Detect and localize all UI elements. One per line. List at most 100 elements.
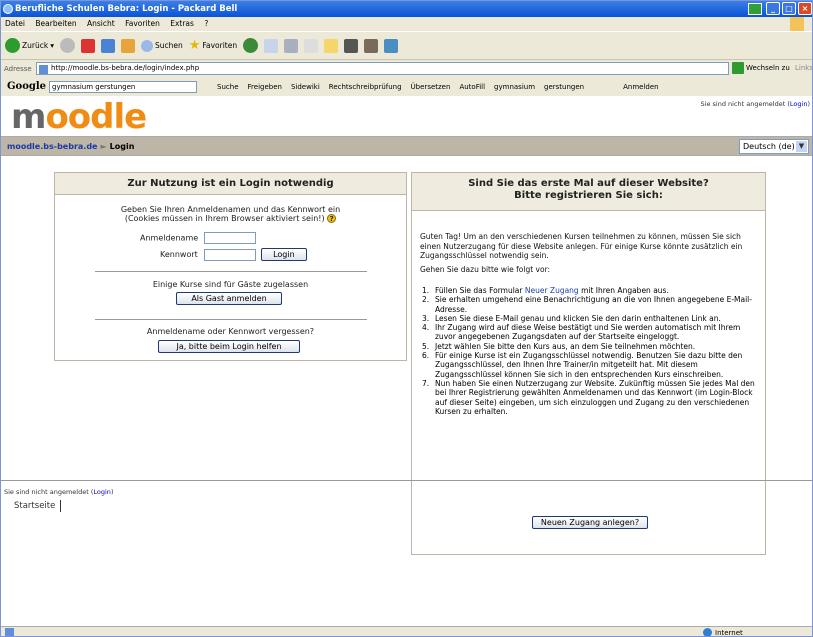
favorites-button[interactable]: ★ Favoriten [189,38,237,53]
messenger-button[interactable] [364,38,379,53]
page-icon [5,628,14,636]
windows-logo-icon [790,17,804,31]
search-icon [140,39,153,52]
google-translate-button[interactable]: Übersetzen [411,83,451,91]
menu-bar: Datei Bearbeiten Ansicht Favoriten Extra… [1,17,812,31]
google-toolbar: Google gymnasium gerstungen Suche Freige… [1,78,812,95]
password-label: Kennwort [160,250,198,259]
google-highlight-gymnasium[interactable]: gymnasium [494,83,535,91]
login-intro-2: (Cookies müssen in Ihrem Browser aktivie… [124,214,325,223]
footer-login-info: Sie sind nicht angemeldet (Login) [4,488,114,496]
divider [95,319,367,320]
login-link[interactable]: Login [790,100,808,108]
username-label: Anmeldename [140,233,199,243]
home-button[interactable] [120,38,135,53]
status-bar: Internet [1,626,812,636]
list-item: 3. Lesen Sie diese E-Mail genau und klick… [422,313,721,323]
stop-button[interactable] [80,38,95,53]
guest-login-button[interactable]: Als Gast anmelden [176,292,282,305]
signup-box-title: Sind Sie das erste Mal auf dieser Websit… [412,173,765,211]
chevron-down-icon: ▼ [796,141,807,152]
users-button[interactable] [384,38,399,53]
breadcrumb: moodle.bs-bebra.de ► Login [7,142,134,151]
google-highlight-gerstungen[interactable]: gerstungen [544,83,584,91]
mail-button[interactable] [264,38,279,53]
list-item: 5. Jetzt wählen Sie bitte den Kurs aus, a… [422,341,696,351]
signup-steps: 1. Füllen Sie das Formular Neuer Zugang m… [420,286,760,416]
history-button[interactable] [243,38,259,53]
login-intro-1: Geben Sie Ihren Anmeldenamen und das Ken… [120,205,341,214]
create-account-button[interactable]: Neuen Zugang anlegen? [532,516,648,529]
login-button[interactable]: Login [260,248,307,261]
google-share-button[interactable]: Freigeben [248,83,282,91]
navigation-bar: moodle.bs-bebra.de ► Login Deutsch (de) ▼ [1,136,812,156]
google-autofill-button[interactable]: AutoFill [459,83,485,91]
breadcrumb-home[interactable]: moodle.bs-bebra.de [7,142,97,151]
address-input[interactable]: http://moodle.bs-bebra.de/login/index.ph… [36,62,729,75]
home-link[interactable]: Startseite [9,500,62,512]
minimize-button[interactable]: _ [766,2,780,15]
menu-extras[interactable]: Extras [170,19,194,28]
security-zone: Internet [703,628,743,636]
google-signin-button[interactable]: Anmelden [623,83,658,91]
language-select[interactable]: Deutsch (de) ▼ [739,139,809,154]
login-box-title: Zur Nutzung ist ein Login notwendig [55,173,406,195]
refresh-button[interactable] [100,38,115,53]
links-button[interactable]: Links [795,64,812,72]
folder-button[interactable] [324,38,339,53]
divider [95,271,367,272]
globe-icon [703,628,712,636]
menu-ansicht[interactable]: Ansicht [87,19,115,28]
maximize-button[interactable]: □ [782,2,796,15]
web-page: moodle Sie sind nicht angemeldet (Login)… [1,96,812,626]
browser-window: Berufliche Schulen Bebra: Login - Packar… [0,0,813,637]
menu-datei[interactable]: Datei [5,19,25,28]
go-button[interactable]: Wechseln zu [732,62,790,74]
research-button[interactable] [344,38,359,53]
signup-box: Sind Sie das erste Mal auf dieser Websit… [411,172,766,555]
footer-divider [1,480,812,481]
close-button[interactable]: × [798,2,812,15]
signup-instructions: Gehen Sie dazu bitte wie folgt vor: [420,265,551,274]
list-item: 4. Ihr Zugang wird auf diese Weise bestät… [422,323,741,342]
address-bar: Adresse http://moodle.bs-bebra.de/login/… [1,61,812,77]
moodle-logo[interactable]: moodle [11,99,147,135]
back-button[interactable]: Zurück ▾ [5,38,54,53]
google-logo: Google [7,81,47,92]
forgot-text: Anmeldename oder Kennwort vergessen? [146,327,315,336]
login-box: Zur Nutzung ist ein Login notwendig Gebe… [54,172,407,361]
list-item: 6. Für einige Kurse ist ein Zugangsschlüs… [422,351,743,379]
help-icon[interactable]: ? [327,214,337,223]
list-item: 2. Sie erhalten umgehend eine Benachricht… [422,295,752,314]
go-arrow-icon [732,62,744,74]
edit-button[interactable] [304,38,319,53]
breadcrumb-current: Login [109,142,135,151]
tray-icon [748,3,762,15]
star-icon: ★ [188,38,201,53]
list-item: 1. Füllen Sie das Formular Neuer Zugang m… [422,286,669,295]
breadcrumb-separator: ► [100,142,107,151]
new-account-link[interactable]: Neuer Zugang [525,286,579,295]
page-icon [39,65,48,74]
footer-login-link[interactable]: Login [93,488,111,496]
menu-favoriten[interactable]: Favoriten [125,19,160,28]
username-input[interactable] [203,232,256,244]
menu-bearbeiten[interactable]: Bearbeiten [35,19,76,28]
search-button[interactable]: Suchen [140,39,183,52]
print-button[interactable] [284,38,299,53]
google-search-button[interactable]: Suche [217,83,238,91]
page-header: moodle Sie sind nicht angemeldet (Login) [1,96,812,136]
google-spellcheck-button[interactable]: Rechtschreibprüfung [329,83,402,91]
google-search-input[interactable]: gymnasium gerstungen [49,80,198,93]
login-info: Sie sind nicht angemeldet (Login) [700,100,810,108]
guest-text: Einige Kurse sind für Gäste zugelassen [152,280,309,289]
menu-help[interactable]: ? [204,19,208,28]
window-title: Berufliche Schulen Bebra: Login - Packar… [15,4,238,14]
password-input[interactable] [204,248,257,261]
google-sidewiki-button[interactable]: Sidewiki [291,83,320,91]
address-label: Adresse [4,65,32,73]
forward-button[interactable] [59,38,75,53]
list-item: 7. Nun haben Sie einen Nutzerzugang zur W… [422,378,755,416]
ie-icon [3,4,13,14]
forgot-password-button[interactable]: Ja, bitte beim Login helfen [158,340,300,353]
